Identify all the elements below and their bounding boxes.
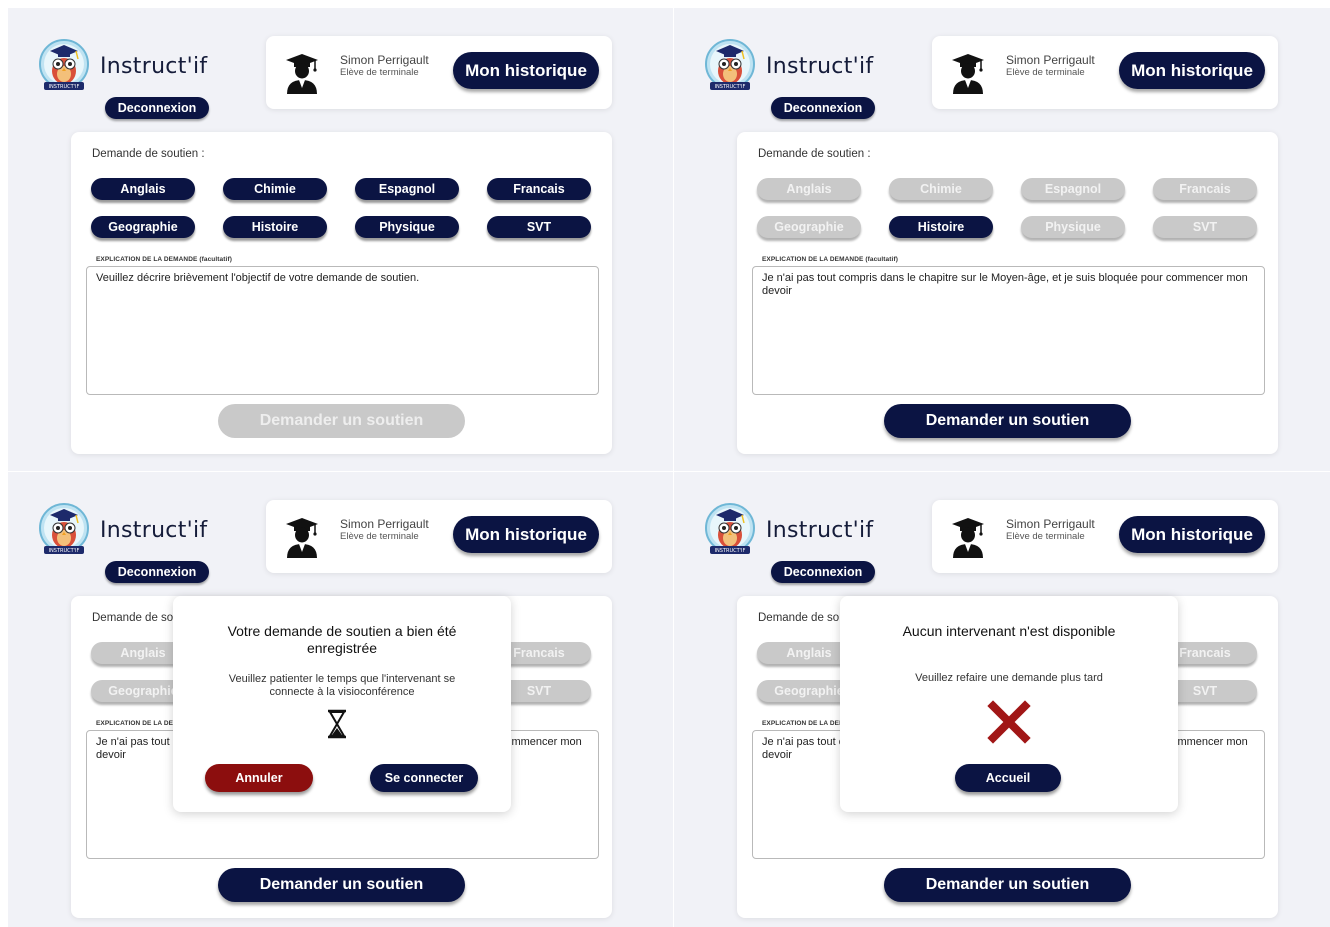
app-view: INSTRUCT'IF Instruct'if Deconnexion Simon P… (8, 472, 673, 927)
form-title: Demande de soutien : (758, 148, 871, 160)
request-support-button[interactable]: Demander un soutien (884, 404, 1131, 438)
student-name: Simon Perrigault (1006, 517, 1095, 531)
request-support-button[interactable]: Demander un soutien (218, 868, 465, 902)
app-title: Instruct'if (766, 54, 874, 79)
logout-button[interactable]: Deconnexion (771, 561, 875, 583)
app-view: INSTRUCT'IF Instruct'if Deconnexion Simon P… (674, 472, 1330, 927)
app-view: INSTRUCT'IF Instruct'if Deconnexion Simon P… (8, 8, 673, 471)
student-name: Simon Perrigault (340, 517, 429, 531)
app-logo: INSTRUCT'IF (704, 38, 756, 96)
explanation-textarea[interactable]: Je n'ai pas tout compris dans le chapitr… (752, 266, 1265, 395)
modal-title: Aucun intervenant n'est disponible (902, 623, 1116, 639)
student-level: Elève de terminale (340, 67, 419, 78)
subject-button-francais[interactable]: Francais (1153, 178, 1257, 200)
history-button[interactable]: Mon historique (453, 516, 599, 553)
form-title: Demande de soutien : (92, 148, 205, 160)
logout-button[interactable]: Deconnexion (105, 561, 209, 583)
student-level: Elève de terminale (340, 531, 419, 542)
screen-initial: INSTRUCT'IF Instruct'if Deconnexion Simon P… (8, 8, 673, 471)
app-logo: INSTRUCT'IF (704, 502, 756, 560)
subject-button-svt[interactable]: SVT (1153, 216, 1257, 238)
screen-subject-selected: INSTRUCT'IF Instruct'if Deconnexion Simon P… (674, 8, 1330, 471)
subject-button-espagnol[interactable]: Espagnol (1021, 178, 1125, 200)
app-title: Instruct'if (100, 518, 208, 543)
subject-button-histoire[interactable]: Histoire (223, 216, 327, 238)
subject-button-svt[interactable]: SVT (487, 216, 591, 238)
hourglass-icon (325, 709, 349, 744)
app-logo: INSTRUCT'IF (38, 38, 90, 96)
profile-card: Simon Perrigault Elève de terminale Mon hi… (266, 500, 612, 573)
app-logo: INSTRUCT'IF (38, 502, 90, 560)
logout-button[interactable]: Deconnexion (771, 97, 875, 119)
student-icon (950, 52, 986, 94)
student-level: Elève de terminale (1006, 67, 1085, 78)
student-level: Elève de terminale (1006, 531, 1085, 542)
profile-card: Simon Perrigault Elève de terminale Mon hi… (266, 36, 612, 109)
explanation-textarea[interactable]: Veuillez décrire brièvement l'objectif d… (86, 266, 599, 395)
subject-button-chimie[interactable]: Chimie (889, 178, 993, 200)
home-button[interactable]: Accueil (955, 764, 1061, 792)
app-title: Instruct'if (100, 54, 208, 79)
profile-card: Simon Perrigault Elève de terminale Mon hi… (932, 500, 1278, 573)
explanation-label: EXPLICATION DE LA DEMANDE (facultatif) (762, 256, 898, 263)
app-title: Instruct'if (766, 518, 874, 543)
student-icon (284, 52, 320, 94)
connect-button[interactable]: Se connecter (370, 764, 478, 792)
subject-button-chimie[interactable]: Chimie (223, 178, 327, 200)
subject-button-anglais[interactable]: Anglais (757, 178, 861, 200)
support-request-form: Demande de soutien : Anglais Chimie Espagno… (737, 132, 1278, 454)
logo-text: INSTRUCT'IF (49, 548, 80, 554)
logo-text: INSTRUCT'IF (715, 548, 746, 554)
screen-request-registered: INSTRUCT'IF Instruct'if Deconnexion Simon P… (8, 472, 673, 927)
no-tutor-modal: Aucun intervenant n'est disponible Veuill… (840, 596, 1178, 812)
subject-button-physique[interactable]: Physique (1021, 216, 1125, 238)
subject-button-espagnol[interactable]: Espagnol (355, 178, 459, 200)
student-name: Simon Perrigault (1006, 53, 1095, 67)
modal-text: Veuillez patienter le temps que l'interv… (228, 673, 456, 698)
logo-text: INSTRUCT'IF (715, 84, 746, 90)
modal-title: Votre demande de soutien a bien été enre… (227, 623, 457, 656)
modal-text: Veuillez refaire une demande plus tard (915, 672, 1103, 684)
cross-icon (987, 700, 1031, 749)
history-button[interactable]: Mon historique (453, 52, 599, 89)
logo-text: INSTRUCT'IF (49, 84, 80, 90)
logout-button[interactable]: Deconnexion (105, 97, 209, 119)
subject-button-geographie[interactable]: Geographie (91, 216, 195, 238)
app-view: INSTRUCT'IF Instruct'if Deconnexion Simon P… (674, 8, 1330, 471)
request-support-button[interactable]: Demander un soutien (884, 868, 1131, 902)
history-button[interactable]: Mon historique (1119, 516, 1265, 553)
request-support-button[interactable]: Demander un soutien (218, 404, 465, 438)
subject-button-geographie[interactable]: Geographie (757, 216, 861, 238)
subject-button-anglais[interactable]: Anglais (91, 178, 195, 200)
subject-button-histoire[interactable]: Histoire (889, 216, 993, 238)
student-icon (950, 516, 986, 558)
student-name: Simon Perrigault (340, 53, 429, 67)
cancel-button[interactable]: Annuler (205, 764, 313, 792)
subject-button-physique[interactable]: Physique (355, 216, 459, 238)
student-icon (284, 516, 320, 558)
explanation-label: EXPLICATION DE LA DEMANDE (facultatif) (96, 256, 232, 263)
screen-no-tutor: INSTRUCT'IF Instruct'if Deconnexion Simon P… (674, 472, 1330, 927)
request-registered-modal: Votre demande de soutien a bien été enre… (173, 596, 511, 812)
history-button[interactable]: Mon historique (1119, 52, 1265, 89)
subject-button-francais[interactable]: Francais (487, 178, 591, 200)
support-request-form: Demande de soutien : Anglais Chimie Espagno… (71, 132, 612, 454)
profile-card: Simon Perrigault Elève de terminale Mon hi… (932, 36, 1278, 109)
